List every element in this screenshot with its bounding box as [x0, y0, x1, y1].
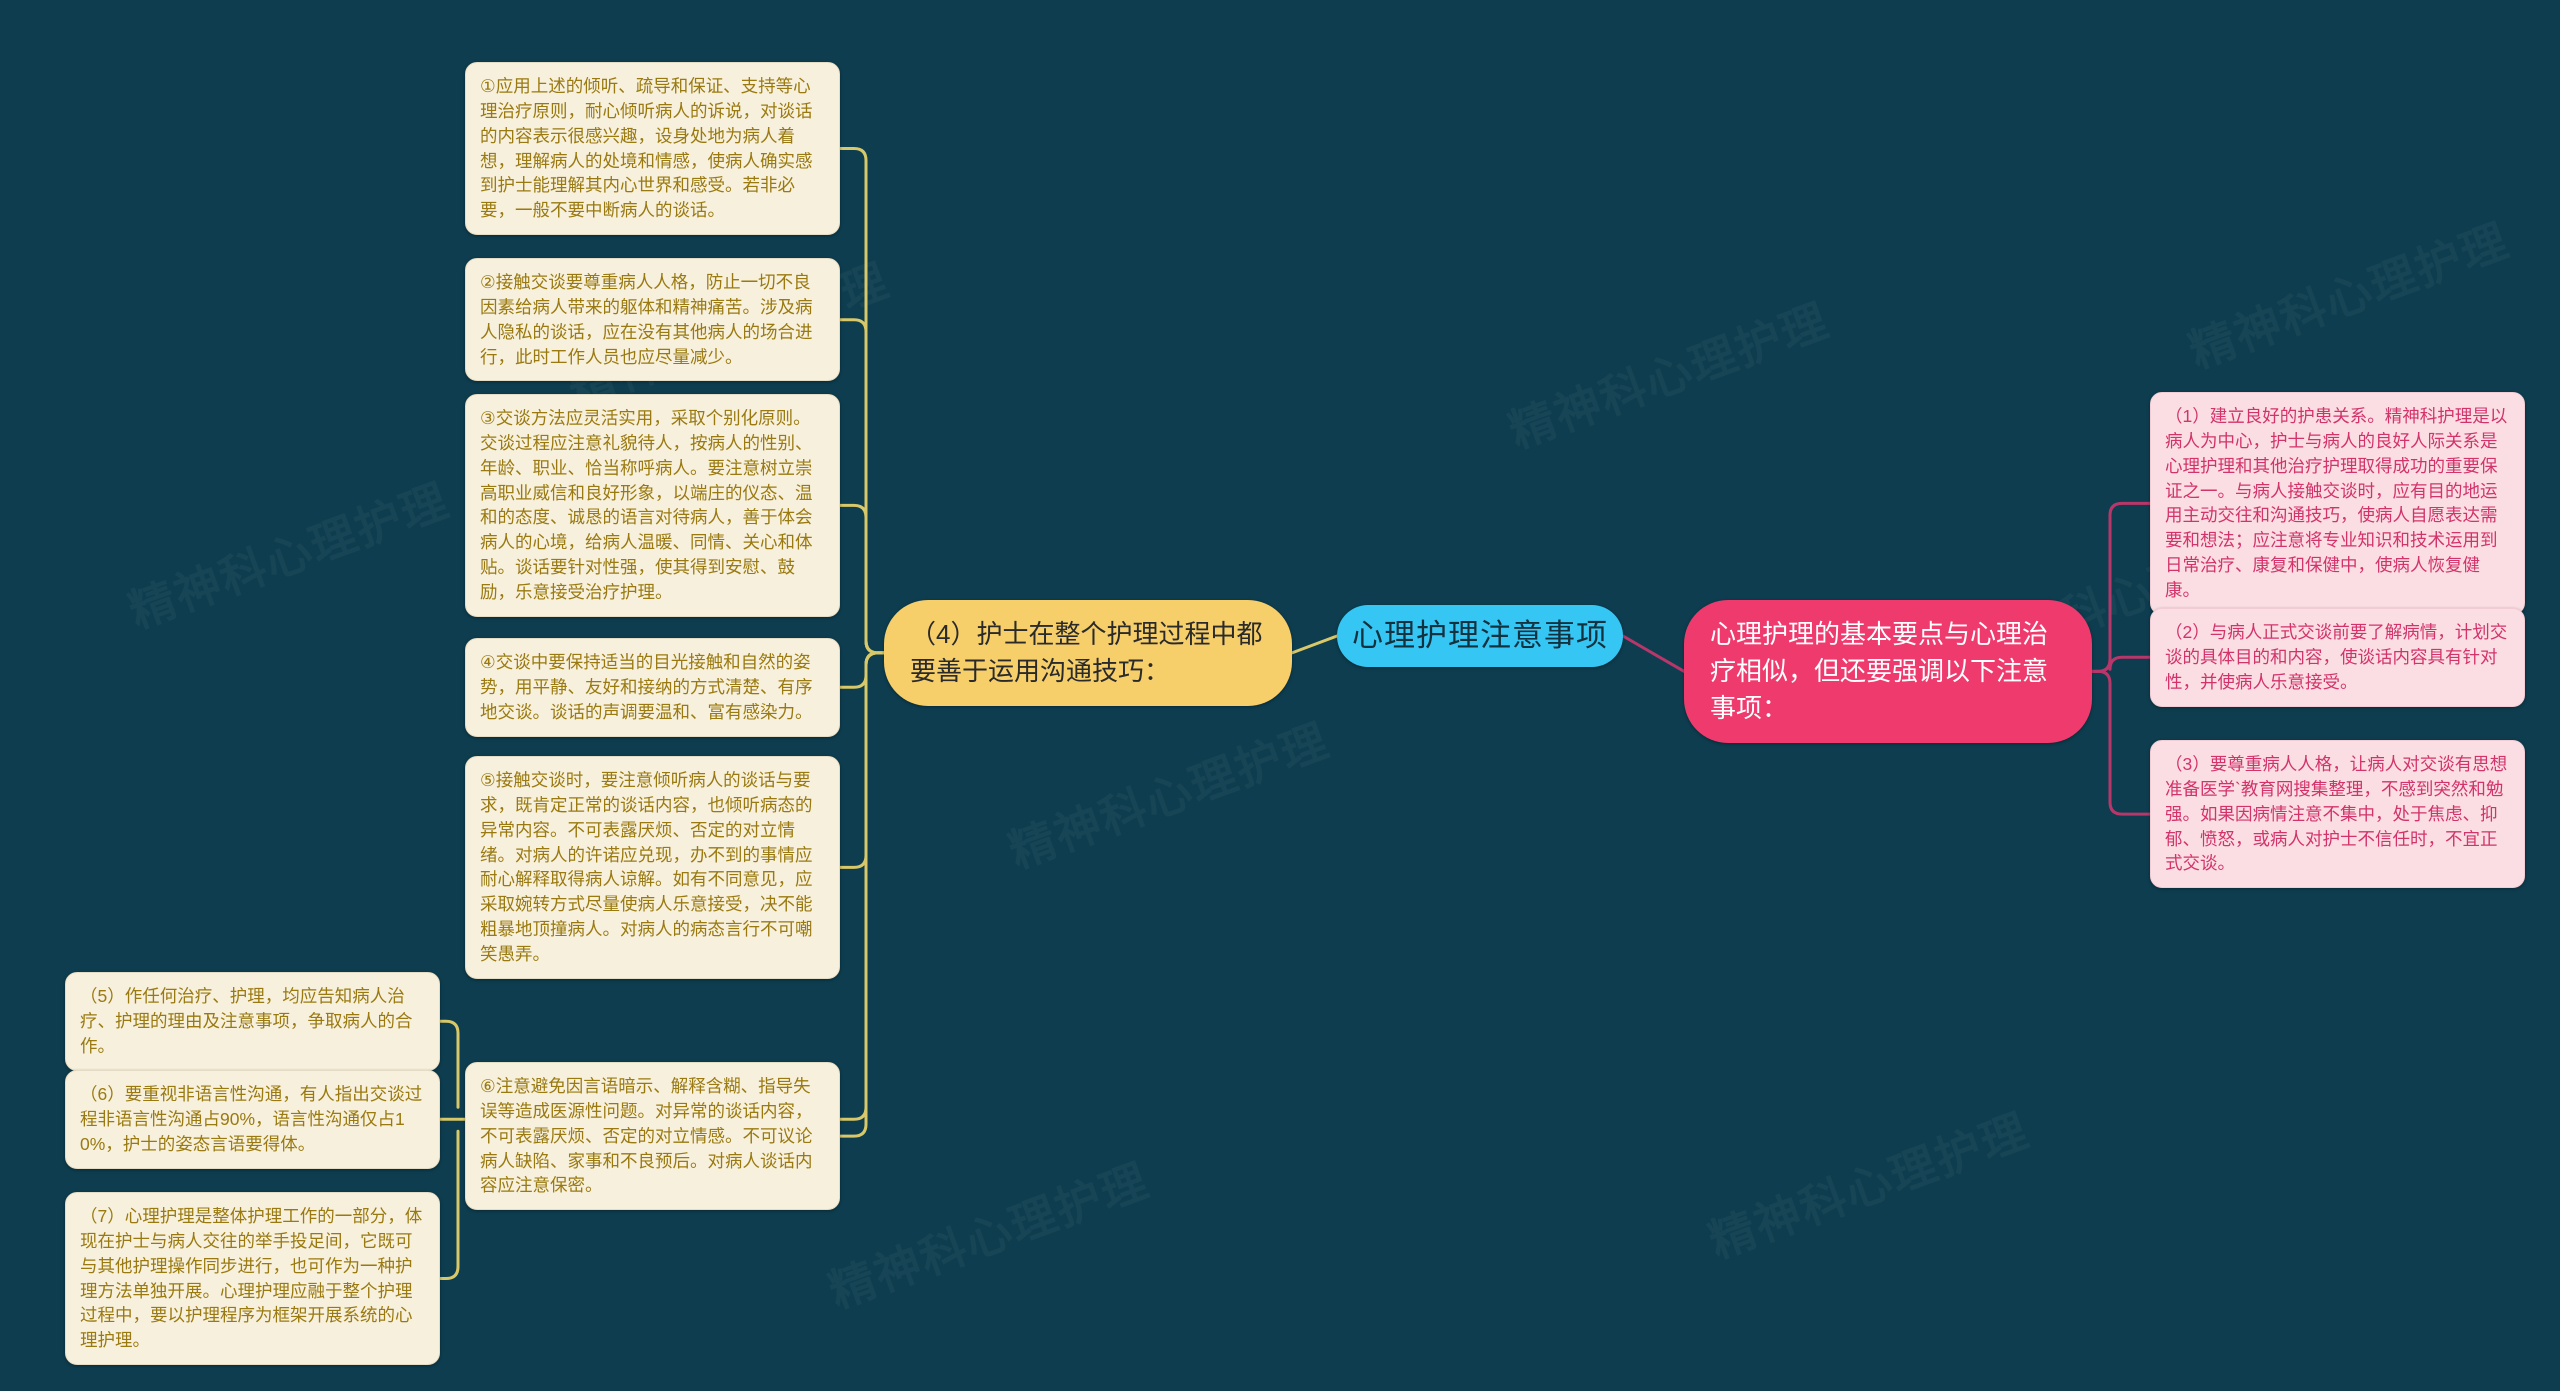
bottom-item-5[interactable]: （5）作任何治疗、护理，均应告知病人治疗、护理的理由及注意事项，争取病人的合作。 [65, 972, 440, 1071]
left-item-5[interactable]: ⑤接触交谈时，要注意倾听病人的谈话与要求，既肯定正常的谈话内容，也倾听病态的异常… [465, 756, 840, 979]
right-item-3-text: （3）要尊重病人人格，让病人对交谈有思想准备医学`教育网搜集整理，不感到突然和勉… [2165, 754, 2508, 874]
root-node[interactable]: 心理护理注意事项 [1337, 605, 1623, 667]
left-item-3[interactable]: ③交谈方法应灵活实用，采取个别化原则。交谈过程应注意礼貌待人，按病人的性别、年龄… [465, 394, 840, 617]
left-item-6[interactable]: ⑥注意避免因言语暗示、解释含糊、指导失误等造成医源性问题。对异常的谈话内容，不可… [465, 1062, 840, 1211]
connector-path [1290, 634, 1339, 655]
branch-right[interactable]: 心理护理的基本要点与心理治疗相似，但还要强调以下注意事项： [1684, 600, 2092, 743]
watermark-text: 精神科心理护理 [999, 705, 1337, 882]
connector-path [2090, 669, 2152, 816]
connector-path [838, 651, 886, 869]
connector-path [2090, 655, 2152, 673]
left-item-2-text: ②接触交谈要尊重病人人格，防止一切不良因素给病人带来的躯体和精神痛苦。涉及病人隐… [480, 272, 813, 367]
watermark-text: 精神科心理护理 [819, 1145, 1157, 1322]
connector-path [838, 651, 886, 689]
watermark-text: 精神科心理护理 [119, 465, 457, 642]
connector-path [438, 1019, 460, 1109]
right-item-2-text: （2）与病人正式交谈前要了解病情，计划交谈的具体目的和内容，使谈话内容具有针对性… [2165, 622, 2508, 692]
right-item-3[interactable]: （3）要尊重病人人格，让病人对交谈有思想准备医学`教育网搜集整理，不感到突然和勉… [2150, 740, 2525, 889]
right-item-1-text: （1）建立良好的护患关系。精神科护理是以病人为中心，护士与病人的良好人际关系是心… [2165, 406, 2508, 600]
connector-path [838, 318, 886, 655]
right-item-2[interactable]: （2）与病人正式交谈前要了解病情，计划交谈的具体目的和内容，使谈话内容具有针对性… [2150, 608, 2525, 707]
watermark-text: 精神科心理护理 [1499, 285, 1837, 462]
connector-path [838, 503, 886, 655]
bottom-item-7-text: （7）心理护理是整体护理工作的一部分，体现在护士与病人交往的举手投足间，它既可与… [80, 1206, 423, 1351]
bottom-item-5-text: （5）作任何治疗、护理，均应告知病人治疗、护理的理由及注意事项，争取病人的合作。 [80, 986, 413, 1056]
left-item-5-text: ⑤接触交谈时，要注意倾听病人的谈话与要求，既肯定正常的谈话内容，也倾听病态的异常… [480, 770, 813, 964]
bottom-item-6[interactable]: （6）要重视非语言性沟通，有人指出交谈过程非语言性沟通占90%，语言性沟通仅占1… [65, 1070, 440, 1169]
connector-path [1621, 634, 1686, 673]
left-item-1[interactable]: ①应用上述的倾听、疏导和保证、支持等心理治疗原则，耐心倾听病人的诉说，对谈话的内… [465, 62, 840, 236]
left-item-6-text: ⑥注意避免因言语暗示、解释含糊、指导失误等造成医源性问题。对异常的谈话内容，不可… [480, 1076, 813, 1196]
left-item-1-text: ①应用上述的倾听、疏导和保证、支持等心理治疗原则，耐心倾听病人的诉说，对谈话的内… [480, 76, 813, 221]
branch-left[interactable]: （4）护士在整个护理过程中都要善于运用沟通技巧： [884, 600, 1292, 706]
connector-path [838, 651, 886, 1138]
right-item-1[interactable]: （1）建立良好的护患关系。精神科护理是以病人为中心，护士与病人的良好人际关系是心… [2150, 392, 2525, 615]
connector-path [2090, 501, 2152, 673]
left-item-4-text: ④交谈中要保持适当的目光接触和自然的姿势，用平静、友好和接纳的方式清楚、有序地交… [480, 652, 813, 722]
branch-right-label: 心理护理的基本要点与心理治疗相似，但还要强调以下注意事项： [1710, 619, 2049, 723]
left-item-2[interactable]: ②接触交谈要尊重病人人格，防止一切不良因素给病人带来的躯体和精神痛苦。涉及病人隐… [465, 258, 840, 382]
branch-left-label: （4）护士在整个护理过程中都要善于运用沟通技巧： [910, 619, 1263, 686]
bottom-item-7[interactable]: （7）心理护理是整体护理工作的一部分，体现在护士与病人交往的举手投足间，它既可与… [65, 1192, 440, 1366]
bottom-item-6-text: （6）要重视非语言性沟通，有人指出交谈过程非语言性沟通占90%，语言性沟通仅占1… [80, 1084, 423, 1154]
mindmap-canvas: 精神科心理护理精神科心理护理精神科心理护理精神科心理护理精神科心理护理精神科心理… [0, 0, 2560, 1391]
watermark-text: 精神科心理护理 [1699, 1095, 2037, 1272]
connector-path [838, 147, 886, 655]
connector-path [438, 1129, 460, 1281]
left-item-3-text: ③交谈方法应灵活实用，采取个别化原则。交谈过程应注意礼貌待人，按病人的性别、年龄… [480, 408, 813, 602]
left-item-4[interactable]: ④交谈中要保持适当的目光接触和自然的姿势，用平静、友好和接纳的方式清楚、有序地交… [465, 638, 840, 737]
root-label: 心理护理注意事项 [1352, 617, 1608, 653]
watermark-text: 精神科心理护理 [2179, 205, 2517, 382]
